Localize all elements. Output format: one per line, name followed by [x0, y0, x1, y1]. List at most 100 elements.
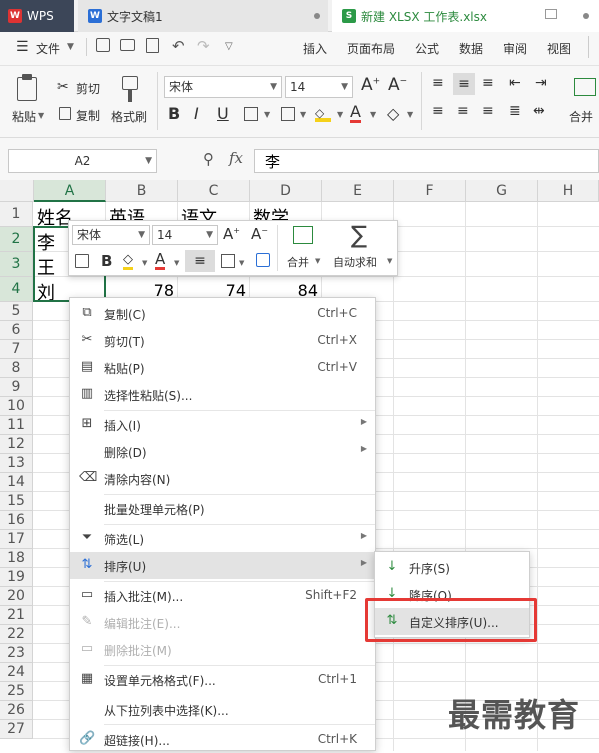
name-box[interactable]: A2 ▼	[8, 149, 157, 173]
row-header-10[interactable]: 10	[0, 397, 33, 416]
menu-item-delete[interactable]: 删除(D) ▶	[70, 438, 375, 465]
font-size-select[interactable]: 14 ▼	[285, 76, 353, 98]
row-header-3[interactable]: 3	[0, 252, 33, 277]
decrease-font-size-icon[interactable]: A−	[388, 75, 407, 95]
row-header-26[interactable]: 26	[0, 701, 33, 720]
format-painter-icon[interactable]	[256, 253, 270, 267]
menu-item-clear-contents[interactable]: ⌫ 清除内容(N)	[70, 465, 375, 492]
merge-cells-icon[interactable]	[281, 107, 295, 121]
chevron-down-icon[interactable]: ▼	[239, 259, 244, 267]
cut-button[interactable]: 剪切	[76, 80, 100, 97]
row-header-14[interactable]: 14	[0, 473, 33, 492]
row-header-15[interactable]: 15	[0, 492, 33, 511]
hamburger-menu-icon[interactable]: ☰	[16, 39, 29, 55]
wrap-text-icon[interactable]	[75, 254, 89, 268]
menu-review[interactable]: 审阅	[503, 40, 527, 57]
save-icon[interactable]	[96, 38, 110, 52]
row-header-21[interactable]: 21	[0, 606, 33, 625]
tab-wps-home[interactable]: W WPS	[0, 0, 74, 32]
chevron-down-icon[interactable]: ▼	[337, 110, 343, 119]
mini-autosum-button[interactable]: ∑ 自动求和 ▼	[331, 221, 395, 273]
column-header-g[interactable]: G	[466, 180, 538, 202]
column-header-e[interactable]: E	[322, 180, 394, 202]
align-right-icon[interactable]: ≡	[482, 103, 494, 119]
bold-icon[interactable]: B	[168, 104, 180, 123]
column-header-a[interactable]: A	[34, 180, 106, 202]
increase-font-size-icon[interactable]: A+	[223, 225, 240, 243]
copy-icon[interactable]	[59, 107, 71, 120]
decrease-indent-icon[interactable]: ⇤	[509, 75, 521, 91]
increase-indent-icon[interactable]: ⇥	[535, 75, 547, 91]
row-header-8[interactable]: 8	[0, 359, 33, 378]
select-all-corner[interactable]	[0, 180, 34, 202]
row-header-4[interactable]: 4	[0, 277, 33, 302]
menu-item-filter[interactable]: ⏷ 筛选(L) ▶	[70, 525, 375, 552]
column-header-d[interactable]: D	[250, 180, 322, 202]
clear-format-icon[interactable]: ◇	[387, 104, 399, 123]
menu-item-copy[interactable]: ⧉ 复制(C) Ctrl+C	[70, 300, 375, 327]
row-header-24[interactable]: 24	[0, 663, 33, 682]
merge-center-button[interactable]: 合并	[566, 74, 599, 130]
column-header-b[interactable]: B	[106, 180, 178, 202]
paste-button[interactable]: 粘贴 ▼	[10, 74, 46, 130]
row-header-2[interactable]: 2	[0, 227, 33, 252]
menu-file[interactable]: 文件	[36, 40, 60, 57]
underline-icon[interactable]: U	[217, 104, 229, 123]
menu-item-sort[interactable]: ⇅ 排序(U) ▶	[70, 552, 375, 579]
formula-input[interactable]: 李	[254, 149, 599, 173]
borders-icon[interactable]	[221, 254, 235, 268]
mini-font-name-select[interactable]: 宋体 ▼	[72, 225, 150, 245]
row-header-27[interactable]: 27	[0, 720, 33, 739]
scissors-icon[interactable]: ✂	[57, 79, 69, 95]
row-header-19[interactable]: 19	[0, 568, 33, 587]
print-icon[interactable]	[120, 39, 135, 51]
menu-insert[interactable]: 插入	[303, 40, 327, 57]
print-preview-icon[interactable]	[146, 38, 159, 53]
decrease-font-size-icon[interactable]: A−	[251, 225, 268, 243]
justify-icon[interactable]: ≣	[509, 103, 521, 119]
column-header-h[interactable]: H	[538, 180, 599, 202]
menu-item-paste-special[interactable]: ▥ 选择性粘贴(S)...	[70, 381, 375, 408]
menu-overflow[interactable]	[588, 36, 589, 58]
insert-function-button[interactable]: fx	[229, 149, 243, 167]
row-header-11[interactable]: 11	[0, 416, 33, 435]
zoom-function-icon[interactable]: ⚲	[203, 150, 214, 168]
fill-color-icon[interactable]: ◇	[123, 252, 133, 270]
chevron-down-icon[interactable]: ▼	[407, 110, 413, 119]
chevron-down-icon[interactable]: ▼	[174, 259, 179, 267]
menu-item-hyperlink[interactable]: 🔗 超链接(H)... Ctrl+K	[70, 726, 375, 753]
row-header-12[interactable]: 12	[0, 435, 33, 454]
align-center-icon[interactable]: ≡	[457, 103, 469, 119]
column-header-f[interactable]: F	[394, 180, 466, 202]
tab-spreadsheet[interactable]: S 新建 XLSX 工作表.xlsx	[332, 0, 599, 32]
chevron-down-icon[interactable]: ▼	[142, 259, 147, 267]
chevron-down-icon[interactable]: ▼	[67, 42, 74, 52]
increase-font-size-icon[interactable]: A+	[361, 75, 380, 95]
font-color-icon[interactable]: A	[155, 251, 166, 270]
chevron-down-icon[interactable]: ▼	[264, 110, 270, 119]
distributed-align-icon[interactable]: ⇹	[533, 103, 545, 119]
row-header-20[interactable]: 20	[0, 587, 33, 606]
menu-formulas[interactable]: 公式	[415, 40, 439, 57]
column-header-c[interactable]: C	[178, 180, 250, 202]
menu-item-paste[interactable]: ▤ 粘贴(P) Ctrl+V	[70, 354, 375, 381]
fill-color-icon[interactable]: ◇	[315, 106, 331, 122]
row-header-25[interactable]: 25	[0, 682, 33, 701]
menu-item-insert-comment[interactable]: ▭ 插入批注(M)... Shift+F2	[70, 582, 375, 609]
submenu-item-sort-ascending[interactable]: ↓ 升序(S)	[375, 554, 529, 581]
menu-page-layout[interactable]: 页面布局	[347, 40, 395, 57]
menu-item-pick-from-list[interactable]: 从下拉列表中选择(K)...	[70, 696, 375, 723]
menu-item-batch-process[interactable]: 批量处理单元格(P)	[70, 495, 375, 522]
menu-item-format-cells[interactable]: ▦ 设置单元格格式(F)... Ctrl+1	[70, 666, 375, 693]
format-painter-button[interactable]: 格式刷	[110, 74, 150, 130]
italic-icon[interactable]: I	[194, 104, 199, 123]
tab-document[interactable]: W 文字文稿1	[78, 0, 328, 32]
redo-icon[interactable]: ↷	[197, 37, 210, 55]
row-header-7[interactable]: 7	[0, 340, 33, 359]
undo-icon[interactable]: ↶	[172, 37, 185, 55]
quick-access-dropdown-icon[interactable]: ▽	[225, 41, 233, 52]
mini-merge-button[interactable]: 合并 ▼	[282, 223, 324, 273]
menu-item-insert[interactable]: ⊞ 插入(I) ▶	[70, 411, 375, 438]
align-center-icon[interactable]: ≡	[185, 250, 215, 272]
align-bottom-icon[interactable]: ≡	[482, 75, 494, 91]
